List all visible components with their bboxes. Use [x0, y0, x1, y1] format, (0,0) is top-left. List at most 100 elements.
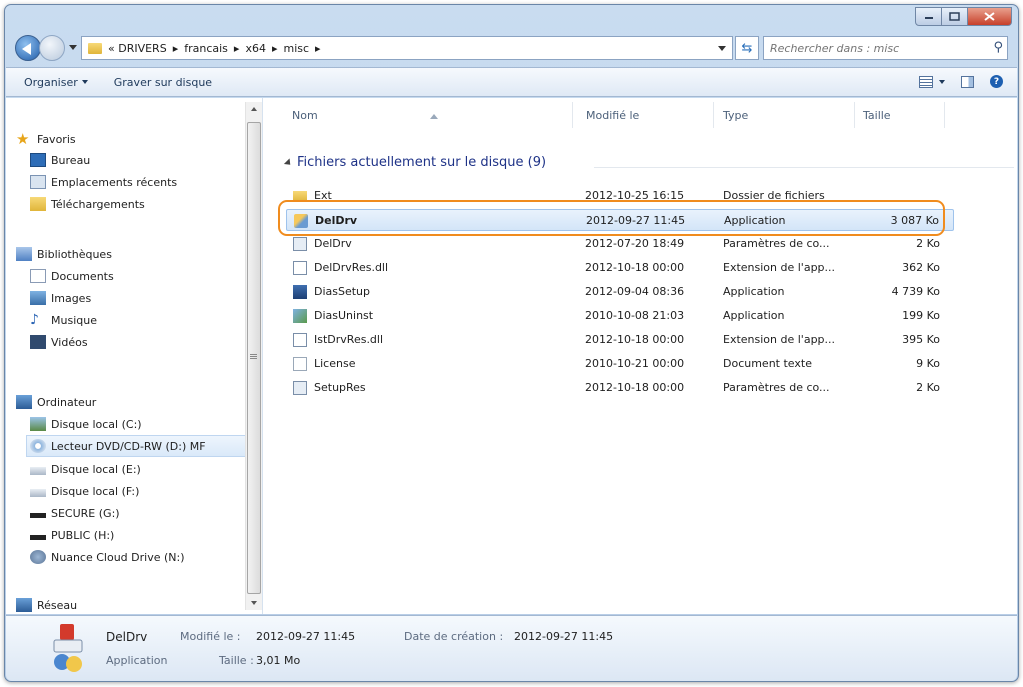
file-type: Application [723, 309, 785, 322]
minimize-button[interactable] [915, 7, 942, 26]
forward-button[interactable] [39, 35, 65, 61]
application-large-icon [53, 624, 83, 672]
crumb-separator-icon: ▸ [271, 41, 278, 55]
file-modified: 2010-10-21 00:00 [585, 357, 685, 370]
nav-item-recent[interactable]: Emplacements récents [30, 171, 177, 193]
nav-network[interactable]: Réseau [16, 594, 77, 614]
nav-item-dvd-drive[interactable]: Lecteur DVD/CD-RW (D:) MF [26, 435, 262, 457]
search-input[interactable] [764, 37, 974, 59]
nav-favorites[interactable]: ★ Favoris [16, 128, 76, 150]
nav-item-music[interactable]: ♪ Musique [30, 309, 97, 331]
crumb-x64[interactable]: x64 [245, 42, 266, 55]
scroll-up-icon[interactable] [251, 107, 257, 111]
file-size: 395 Ko [902, 333, 940, 346]
details-pane: DelDrv Application Modifié le : 2012-09-… [6, 615, 1017, 681]
column-header-name[interactable]: Nom [292, 98, 318, 132]
navigation-scrollbar[interactable] [245, 102, 262, 610]
group-divider [594, 167, 1014, 168]
column-divider[interactable] [572, 102, 573, 128]
crumb-separator-icon: ▸ [233, 41, 240, 55]
drive-icon [30, 466, 46, 475]
nav-item-label: Musique [51, 313, 97, 327]
maximize-icon [949, 12, 960, 21]
preview-pane-button[interactable] [961, 75, 974, 88]
network-icon [16, 598, 32, 612]
nav-libraries[interactable]: Bibliothèques [16, 243, 112, 265]
column-header-size[interactable]: Taille [863, 98, 891, 132]
column-divider[interactable] [854, 102, 855, 128]
file-name: IstDrvRes.dll [314, 333, 384, 346]
search-box: ⚲ [763, 36, 1008, 60]
file-list: Nom Modifié le Type Taille Fichiers actu… [264, 98, 1017, 614]
nav-item-downloads[interactable]: Téléchargements [30, 193, 145, 215]
back-button[interactable] [15, 35, 41, 61]
nav-item-images[interactable]: Images [30, 287, 91, 309]
burn-disc-button[interactable]: Graver sur disque [114, 76, 212, 89]
help-icon[interactable]: ? [990, 75, 1003, 88]
dvd-drive-icon [30, 439, 46, 453]
column-header-type[interactable]: Type [723, 98, 748, 132]
burn-disc-label: Graver sur disque [113, 75, 213, 89]
file-row[interactable]: IstDrvRes.dll 2012-10-18 00:00 Extension… [286, 329, 954, 351]
search-icon[interactable]: ⚲ [993, 40, 1003, 55]
nav-item-documents[interactable]: Documents [30, 265, 114, 287]
file-row[interactable]: SetupRes 2012-10-18 00:00 Paramètres de … [286, 377, 954, 399]
file-modified: 2012-07-20 18:49 [585, 237, 685, 250]
file-row[interactable]: DiasSetup 2012-09-04 08:36 Application 4… [286, 281, 954, 303]
file-row[interactable]: License 2010-10-21 00:00 Document texte … [286, 353, 954, 375]
scroll-grip-icon [250, 354, 257, 360]
settings-file-icon [293, 381, 307, 395]
file-type: Paramètres de co... [723, 381, 830, 394]
file-size: 2 Ko [916, 381, 940, 394]
nav-item-label: Bureau [51, 153, 91, 167]
computer-icon [16, 395, 32, 409]
file-modified: 2012-10-18 00:00 [585, 333, 685, 346]
group-header[interactable]: Fichiers actuellement sur le disque (9) [283, 155, 546, 170]
close-button[interactable] [968, 7, 1012, 26]
history-dropdown-icon[interactable] [69, 45, 77, 50]
navigation-pane: ★ Favoris Bureau Emplacements récents Tél… [6, 98, 263, 614]
details-file-name: DelDrv [106, 630, 148, 644]
view-options-button[interactable] [919, 75, 945, 88]
nav-favorites-label: Favoris [37, 132, 76, 146]
address-row: « DRIVERS ▸ francais ▸ x64 ▸ misc ▸ ⇆ ⚲ [15, 33, 1008, 65]
nav-item-drive-f[interactable]: Disque local (F:) [30, 480, 139, 502]
column-header-modified[interactable]: Modifié le [586, 98, 639, 132]
file-modified: 2010-10-08 21:03 [585, 309, 685, 322]
organize-button[interactable]: Organiser [24, 76, 88, 89]
nav-item-drive-n[interactable]: Nuance Cloud Drive (N:) [30, 546, 184, 568]
nav-item-label: Disque local (F:) [51, 484, 140, 498]
recent-places-icon [30, 175, 46, 189]
details-created-value: 2012-09-27 11:45 [514, 630, 614, 643]
chevron-down-icon [939, 79, 945, 84]
settings-file-icon [293, 237, 307, 251]
nav-item-drive-e[interactable]: Disque local (E:) [30, 458, 141, 480]
nav-computer[interactable]: Ordinateur [16, 391, 96, 413]
crumb-drivers[interactable]: « DRIVERS [108, 42, 167, 55]
breadcrumb: « DRIVERS ▸ francais ▸ x64 ▸ misc ▸ [88, 42, 321, 55]
details-size-label: Taille : [219, 654, 254, 667]
nav-item-drive-g[interactable]: SECURE (G:) [30, 502, 120, 524]
scroll-down-icon[interactable] [251, 601, 257, 605]
address-bar[interactable]: « DRIVERS ▸ francais ▸ x64 ▸ misc ▸ [81, 36, 733, 60]
file-modified: 2012-10-18 00:00 [585, 261, 685, 274]
nav-item-videos[interactable]: Vidéos [30, 331, 88, 353]
file-row[interactable]: DiasUninst 2010-10-08 21:03 Application … [286, 305, 954, 327]
column-divider[interactable] [944, 102, 945, 128]
details-modified-label: Modifié le : [180, 630, 241, 643]
crumb-francais[interactable]: francais [184, 42, 228, 55]
nav-item-drive-c[interactable]: Disque local (C:) [30, 413, 142, 435]
sort-arrow-icon [430, 114, 438, 119]
nav-item-desktop[interactable]: Bureau [30, 149, 90, 171]
file-row[interactable]: DelDrv 2012-07-20 18:49 Paramètres de co… [286, 233, 954, 255]
refresh-button[interactable]: ⇆ [735, 36, 759, 60]
address-dropdown-icon[interactable] [718, 46, 726, 51]
column-divider[interactable] [713, 102, 714, 128]
maximize-button[interactable] [942, 7, 968, 26]
nav-item-drive-h[interactable]: PUBLIC (H:) [30, 524, 114, 546]
organize-label: Organiser [24, 75, 78, 89]
file-row[interactable]: DelDrvRes.dll 2012-10-18 00:00 Extension… [286, 257, 954, 279]
crumb-misc[interactable]: misc [283, 42, 309, 55]
crumb-separator-icon: ▸ [172, 41, 179, 55]
chevron-down-icon [81, 80, 88, 84]
